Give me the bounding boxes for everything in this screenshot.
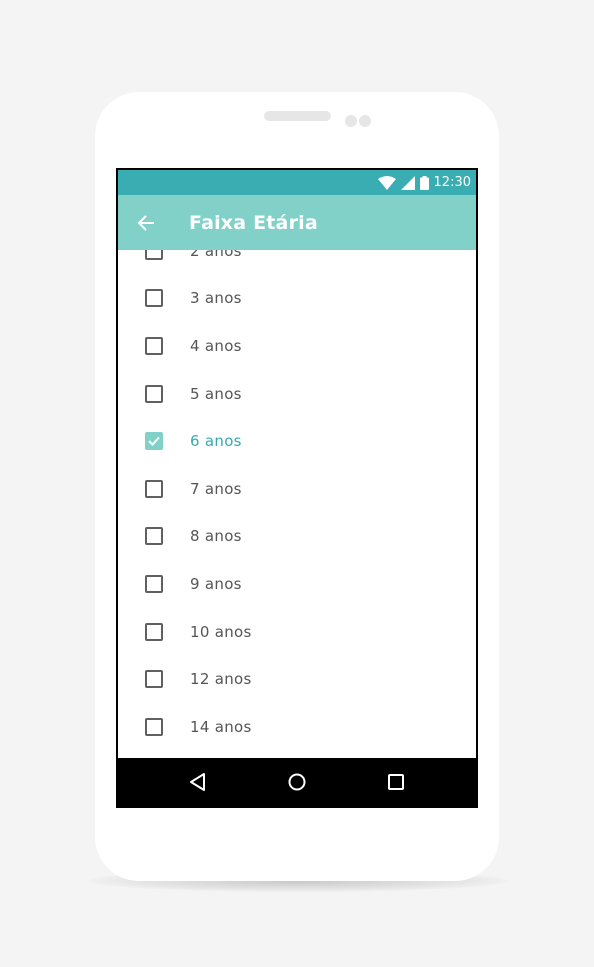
home-circle-icon[interactable] [277,762,317,802]
checkbox[interactable] [145,250,163,260]
page-title: Faixa Etária [189,211,318,234]
checkbox[interactable] [145,527,163,546]
age-option-label: 14 anos [190,717,252,736]
age-option-row[interactable]: 4 anos [118,322,476,370]
battery-icon [419,175,429,190]
age-option-row[interactable]: 8 anos [118,513,476,561]
age-option-row[interactable]: 14 anos [118,703,476,751]
age-option-label: 3 anos [190,289,242,308]
age-option-label: 7 anos [190,479,242,498]
signal-icon [400,175,415,190]
checkbox[interactable] [145,717,163,736]
recents-square-icon[interactable] [376,762,416,802]
checkbox[interactable] [145,670,163,689]
age-option-label: 2 anos [190,250,242,260]
age-option-row[interactable]: 9 anos [118,560,476,608]
age-option-label: 5 anos [190,384,242,403]
age-option-label: 12 anos [190,670,252,689]
age-option-label: 6 anos [190,432,242,451]
age-option-row[interactable]: 10 anos [118,608,476,656]
checkbox[interactable] [145,384,163,403]
app-bar: Faixa Etária [118,195,476,250]
status-bar: 12:30 [118,170,476,195]
age-list-items: 2 anos 3 anos 4 anos 5 anos 6 anos 7 anos 8 an… [118,250,476,751]
age-option-row[interactable]: 6 anos [118,417,476,465]
age-option-row[interactable]: 5 anos [118,370,476,418]
age-option-row[interactable]: 7 anos [118,465,476,513]
checkbox[interactable] [145,574,163,593]
age-option-label: 8 anos [190,527,242,546]
phone-camera [345,115,357,127]
phone-screen: 12:30 Faixa Etária 2 anos 3 anos 4 anos 5 a… [116,168,478,808]
phone-speaker [264,111,331,121]
checkbox[interactable] [145,289,163,308]
back-triangle-icon[interactable] [178,762,218,802]
age-option-label: 10 anos [190,622,252,641]
navigation-bar [118,758,476,806]
check-icon [148,436,160,447]
wifi-icon [377,175,396,190]
status-time: 12:30 [433,175,471,190]
age-option-row[interactable]: 3 anos [118,275,476,323]
arrow-back-icon[interactable] [118,195,174,250]
age-option-row[interactable]: 2 anos [118,250,476,275]
phone-frame: 12:30 Faixa Etária 2 anos 3 anos 4 anos 5 a… [95,92,499,881]
age-list[interactable]: 2 anos 3 anos 4 anos 5 anos 6 anos 7 anos 8 an… [118,250,476,758]
checkbox-checked[interactable] [145,432,163,451]
age-option-label: 4 anos [190,336,242,355]
age-option-row[interactable]: 12 anos [118,655,476,703]
checkbox[interactable] [145,479,163,498]
checkbox[interactable] [145,622,163,641]
phone-sensor [359,115,371,127]
age-option-label: 9 anos [190,574,242,593]
checkbox[interactable] [145,336,163,355]
